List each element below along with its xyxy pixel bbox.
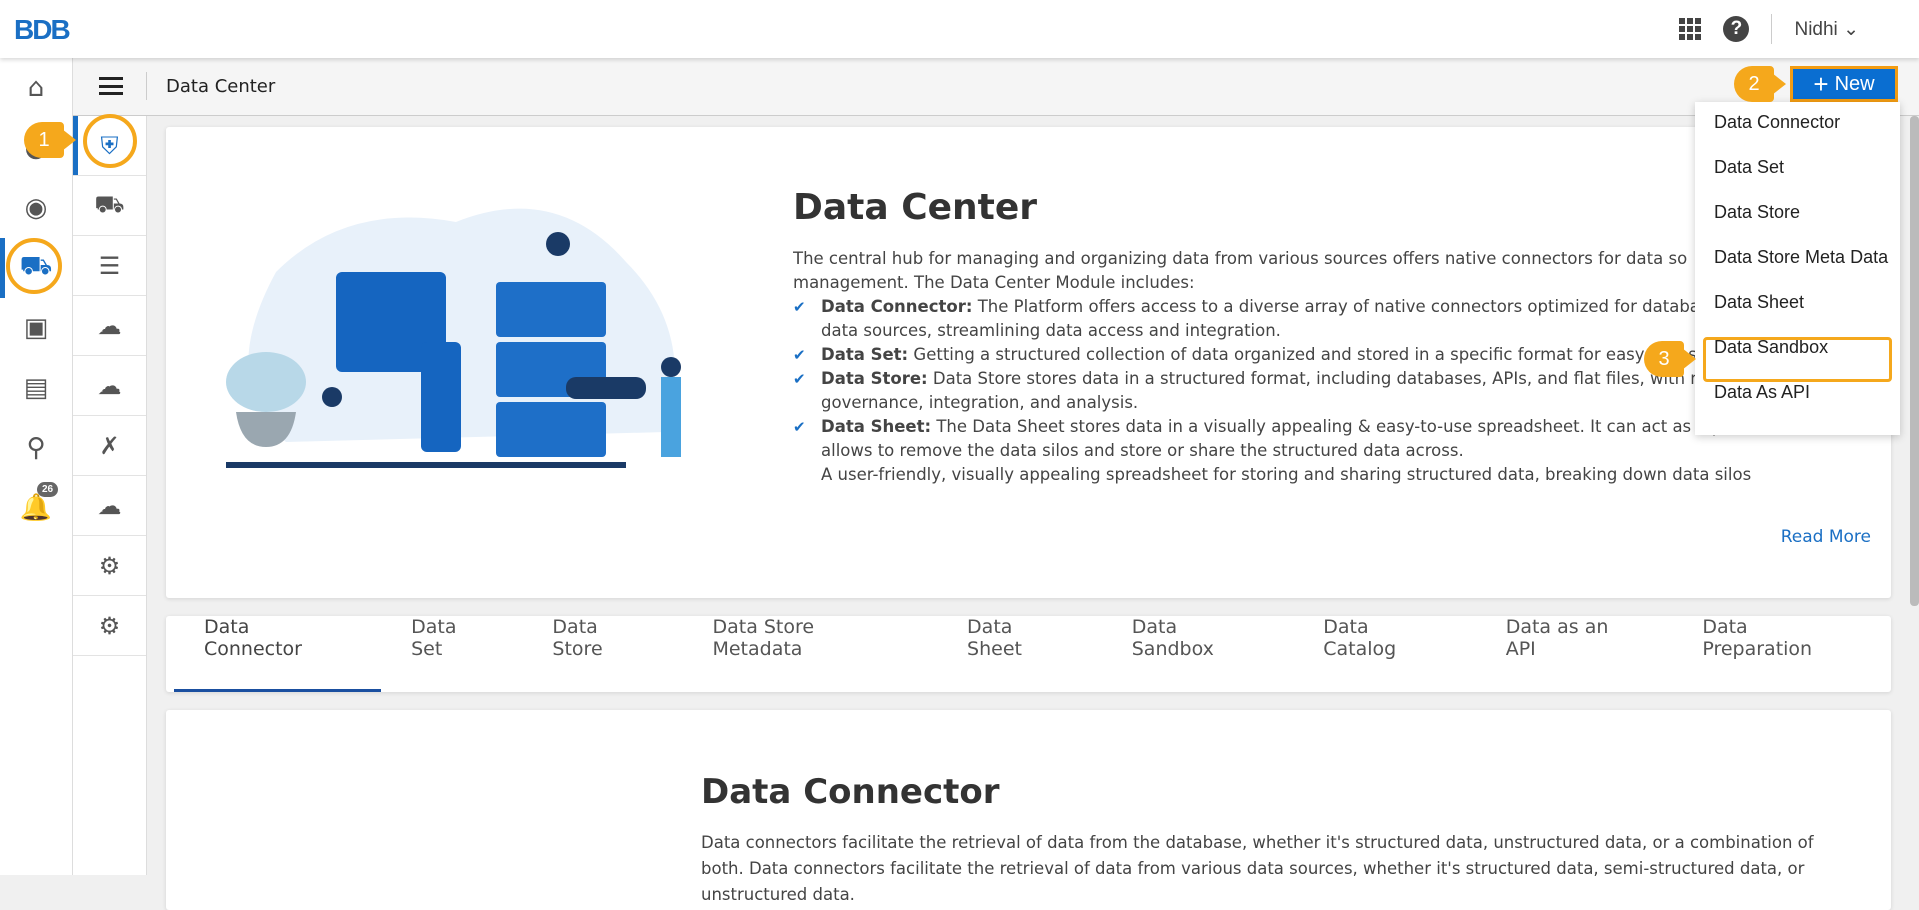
notification-bell-icon[interactable]: 🔔 26 [0,478,72,538]
highlight-ring [6,238,62,294]
data-api-icon[interactable]: ⚙ [73,536,146,596]
section-title: Data Connector [701,772,1000,812]
data-preparation-icon[interactable]: ✗ [73,416,146,476]
top-bar: BDB ? Nidhi ⌄ [0,0,1919,58]
data-report-icon[interactable]: ▤ [0,358,72,418]
menu-item-data-connector[interactable]: Data Connector [1695,112,1900,157]
check-icon: ✔ [793,370,806,388]
data-connector-icon[interactable]: ⛟ [73,176,146,236]
bdb-logo[interactable]: BDB [14,14,71,46]
feature-text: Data Store stores data in a structured f… [927,369,1707,388]
feature-text: allows to remove the data silos and stor… [821,441,1464,460]
feature-term: Data Store: [821,369,928,388]
plus-icon: + [1813,68,1829,99]
home-icon[interactable]: ⌂ [0,58,72,118]
menu-item-data-as-api[interactable]: Data As API [1695,382,1900,427]
sub-header: Data Center [73,58,1919,116]
data-connector-section: Data Connector Data connectors facilitat… [166,710,1891,910]
tab-data-preparation[interactable]: Data Preparation [1672,616,1891,692]
step-callout-1: 1 [24,122,76,158]
hero-title: Data Center [793,187,1038,228]
feature-text: A user-friendly, visually appealing spre… [821,465,1752,484]
data-cloud-icon[interactable]: ☁ [73,296,146,356]
new-button[interactable]: + New [1790,66,1898,102]
read-more-link[interactable]: Read More [1781,527,1871,547]
data-settings-icon[interactable]: ⚙ [73,596,146,656]
data-store-icon[interactable]: ☰ [73,236,146,296]
dashboard-user-icon[interactable]: ▣ [0,298,72,358]
tab-data-as-an-api[interactable]: Data as an API [1476,616,1673,692]
data-center-illustration [226,208,681,468]
data-sandbox-icon[interactable]: ☁ [73,356,146,416]
feature-term: Data Connector: [821,297,973,316]
check-icon: ✔ [793,298,806,316]
data-center-hero-card: Data Center The central hub for managing… [166,127,1891,598]
divider [1771,14,1773,44]
feature-term: Data Set: [821,345,909,364]
notification-badge: 26 [37,482,59,497]
tab-data-store[interactable]: Data Store [522,616,682,692]
step-callout-2: 2 [1734,66,1786,102]
help-icon[interactable]: ? [1723,16,1750,42]
data-search-icon[interactable]: ⚲ [0,418,72,478]
check-icon: ✔ [793,346,806,364]
step-callout-3: 3 [1644,341,1696,377]
hamburger-menu-icon[interactable] [99,77,123,95]
tab-data-set[interactable]: Data Set [381,616,522,692]
apps-grid-icon[interactable] [1679,18,1702,40]
tab-data-catalog[interactable]: Data Catalog [1293,616,1475,692]
section-description: Data connectors facilitate the retrieval… [701,833,1814,904]
menu-item-data-store-meta-data[interactable]: Data Store Meta Data [1695,247,1900,292]
highlight-ring [83,114,137,168]
breadcrumb: Data Center [166,76,276,97]
module-tabs: Data Connector Data Set Data Store Data … [166,616,1891,692]
data-catalog-icon[interactable]: ☁ [73,476,146,536]
scrollbar[interactable] [1910,116,1919,606]
chevron-down-icon: ⌄ [1843,18,1859,40]
tab-data-sandbox[interactable]: Data Sandbox [1102,616,1294,692]
menu-item-data-set[interactable]: Data Set [1695,157,1900,202]
tab-data-sheet[interactable]: Data Sheet [937,616,1102,692]
tab-data-store-metadata[interactable]: Data Store Metadata [682,616,937,692]
feature-text: Getting a structured collection of data … [908,345,1771,364]
divider [146,72,147,100]
data-center-sidebar: ⛨ ⛟ ☰ ☁ ☁ ✗ ☁ ⚙ ⚙ [73,116,147,875]
user-menu[interactable]: Nidhi ⌄ [1794,18,1859,41]
menu-item-data-sandbox[interactable]: Data Sandbox [1703,337,1892,382]
user-name: Nidhi [1794,18,1838,40]
menu-item-data-sheet[interactable]: Data Sheet [1695,292,1900,337]
main-sidebar: ⌂ ● ◉ ⛟ ▣ ▤ ⚲ 🔔26 [0,58,73,875]
new-label: New [1834,72,1875,95]
tab-data-connector[interactable]: Data Connector [174,616,382,692]
feature-term: Data Sheet: [821,417,932,436]
feature-text: The Platform offers access to a diverse … [972,297,1763,316]
check-icon: ✔ [793,418,806,436]
new-dropdown-menu: Data Connector Data Set Data Store Data … [1695,102,1900,435]
user-security-icon[interactable]: ◉ [0,178,72,238]
menu-item-data-store[interactable]: Data Store [1695,202,1900,247]
